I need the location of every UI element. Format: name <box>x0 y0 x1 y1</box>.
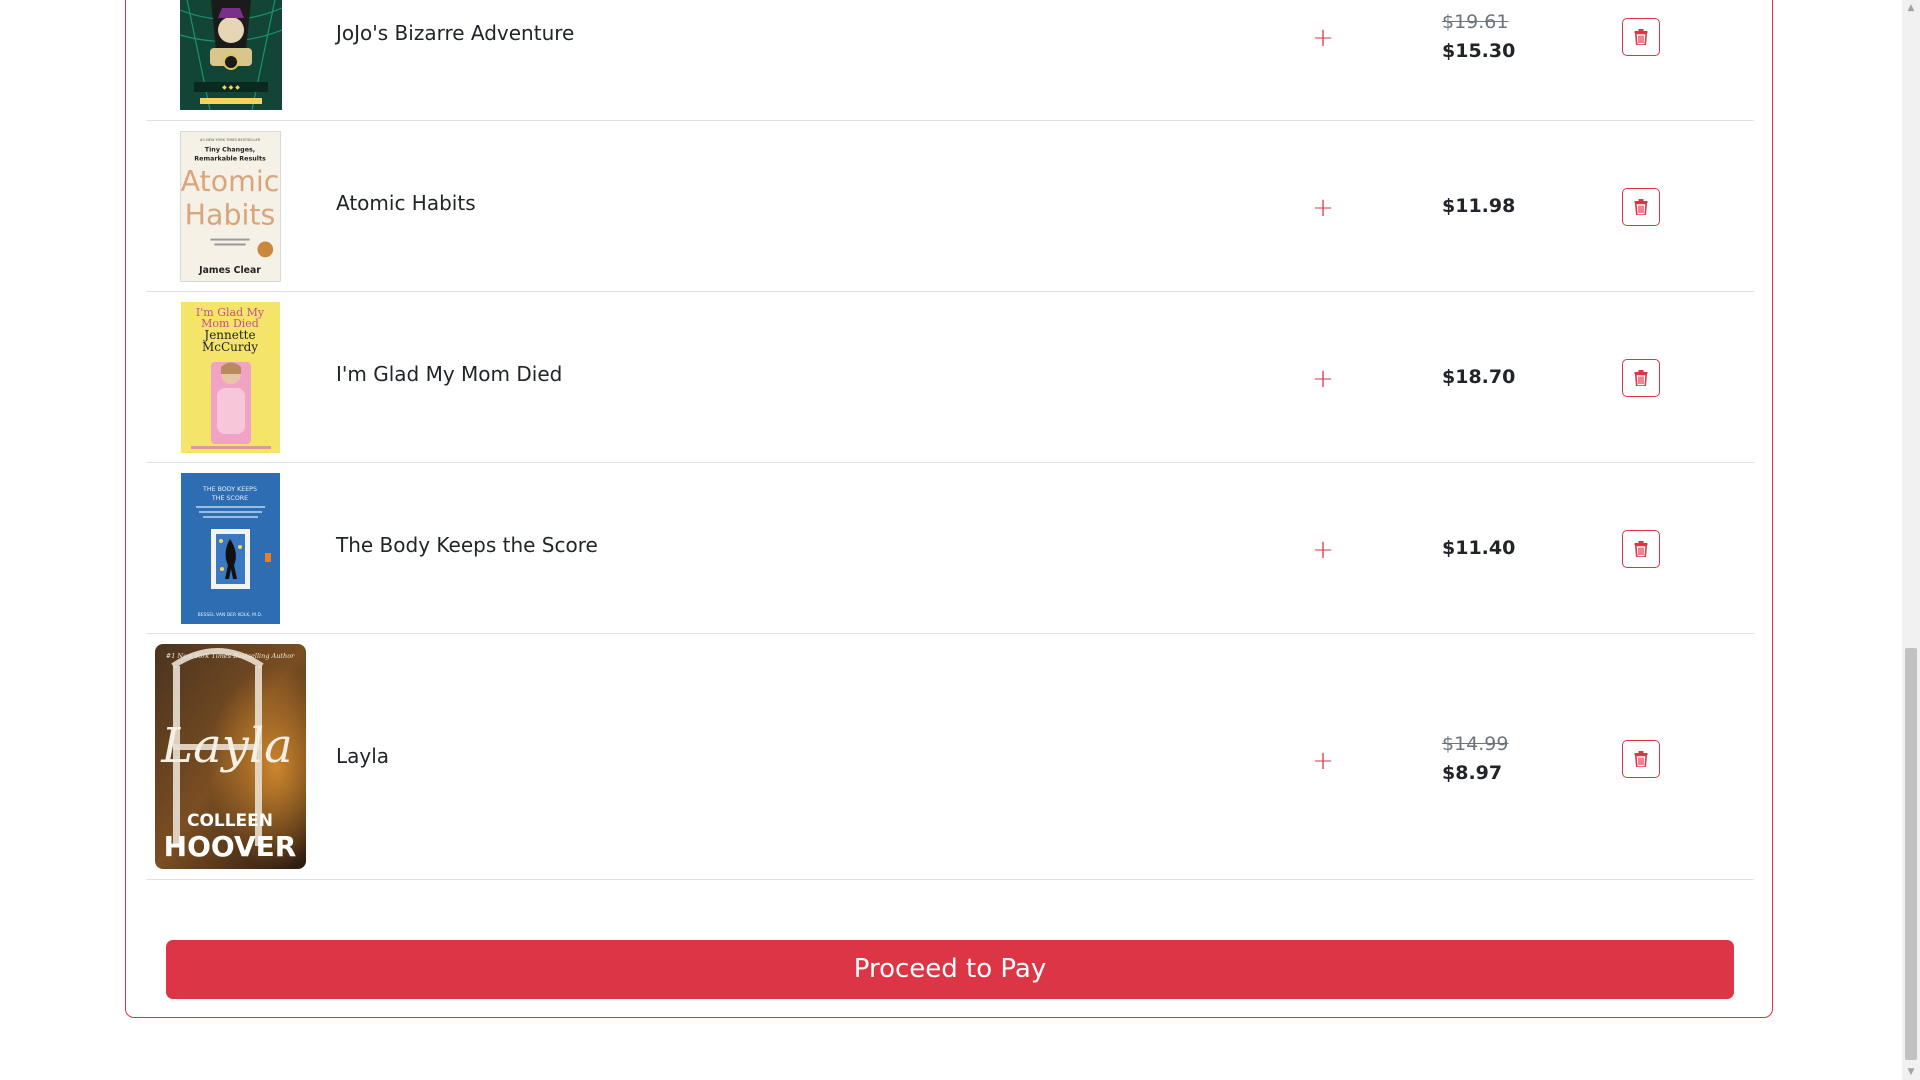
cover-text: Tiny Changes, <box>205 146 255 154</box>
cart-list: ◆ ◆ ◆ JoJo's Bizarre Adventure + $19.61 … <box>146 0 1754 880</box>
trash-icon <box>1634 751 1648 767</box>
remove-item-button[interactable] <box>1622 18 1660 56</box>
remove-item-button[interactable] <box>1622 188 1660 226</box>
cart-item-title: The Body Keeps the Score <box>336 533 598 557</box>
cart-item-title: I'm Glad My Mom Died <box>336 362 563 386</box>
remove-item-button[interactable] <box>1622 530 1660 568</box>
trash-icon <box>1634 541 1648 557</box>
scroll-down-arrow-icon[interactable]: ▼ <box>1902 1064 1920 1080</box>
cover-text: THE SCORE <box>211 495 248 502</box>
cover-text: Atomic <box>181 165 279 198</box>
cover-text: #1 NEW YORK TIMES BESTSELLER <box>200 138 261 142</box>
cart-item-row: #1 New York Times Bestselling Author Lay… <box>146 634 1754 880</box>
cart-item-title: JoJo's Bizarre Adventure <box>336 21 575 45</box>
cover-text: Remarkable Results <box>194 155 266 163</box>
book-cover-layla: #1 New York Times Bestselling Author Lay… <box>155 644 306 869</box>
book-cover-jojo: ◆ ◆ ◆ <box>180 0 282 110</box>
cover-text: COLLEEN <box>187 811 273 831</box>
add-quantity-button[interactable]: + <box>1310 25 1336 52</box>
cart-item-row: #1 NEW YORK TIMES BESTSELLER Tiny Change… <box>146 121 1754 292</box>
cover-text: Layla <box>160 718 293 774</box>
current-price: $11.40 <box>1442 537 1516 559</box>
proceed-to-pay-button[interactable]: Proceed to Pay <box>166 940 1734 999</box>
add-quantity-button[interactable]: + <box>1310 195 1336 222</box>
book-cover-body-keeps-score: THE BODY KEEPS THE SCORE BESSEL VAN DER … <box>181 473 280 624</box>
cover-text: HOOVER <box>164 830 297 863</box>
current-price: $15.30 <box>1442 40 1516 62</box>
cart-item-title: Atomic Habits <box>336 191 476 215</box>
cover-text: BESSEL VAN DER KOLK, M.D. <box>198 612 263 618</box>
svg-text:◆ ◆ ◆: ◆ ◆ ◆ <box>222 84 240 91</box>
remove-item-button[interactable] <box>1622 740 1660 778</box>
cover-text: McCurdy <box>202 340 258 354</box>
cart-item-row: THE BODY KEEPS THE SCORE BESSEL VAN DER … <box>146 463 1754 634</box>
original-price: $14.99 <box>1442 733 1509 755</box>
vertical-scrollbar[interactable]: ▲ ▼ <box>1902 0 1920 1080</box>
price-block: $18.70 <box>1442 361 1582 393</box>
book-cover-glad-mom-died: I'm Glad My Mom Died Jennette McCurdy <box>181 302 280 453</box>
cover-text: James Clear <box>198 265 261 276</box>
scroll-up-arrow-icon[interactable]: ▲ <box>1902 0 1920 16</box>
cart-item-row: I'm Glad My Mom Died Jennette McCurdy I'… <box>146 292 1754 463</box>
cart-page: ◆ ◆ ◆ JoJo's Bizarre Adventure + $19.61 … <box>0 0 1920 1080</box>
scrollbar-thumb[interactable] <box>1905 648 1917 1060</box>
trash-icon <box>1634 29 1648 45</box>
cart-item-row: ◆ ◆ ◆ JoJo's Bizarre Adventure + $19.61 … <box>146 0 1754 121</box>
price-block: $19.61 $15.30 <box>1442 9 1582 67</box>
add-quantity-button[interactable]: + <box>1310 748 1336 775</box>
original-price: $19.61 <box>1442 11 1509 33</box>
cover-text: Habits <box>185 199 276 232</box>
cover-text: #1 New York Times Bestselling Author <box>166 652 295 660</box>
trash-icon <box>1634 370 1648 386</box>
price-block: $11.40 <box>1442 532 1582 564</box>
current-price: $18.70 <box>1442 366 1516 388</box>
add-quantity-button[interactable]: + <box>1310 537 1336 564</box>
current-price: $8.97 <box>1442 762 1503 784</box>
price-block: $14.99 $8.97 <box>1442 731 1582 789</box>
add-quantity-button[interactable]: + <box>1310 366 1336 393</box>
trash-icon <box>1634 199 1648 215</box>
cart-item-title: Layla <box>336 744 390 768</box>
cover-text: THE BODY KEEPS <box>202 486 257 493</box>
current-price: $11.98 <box>1442 195 1516 217</box>
price-block: $11.98 <box>1442 190 1582 222</box>
book-cover-atomic-habits: #1 NEW YORK TIMES BESTSELLER Tiny Change… <box>180 131 281 282</box>
remove-item-button[interactable] <box>1622 359 1660 397</box>
